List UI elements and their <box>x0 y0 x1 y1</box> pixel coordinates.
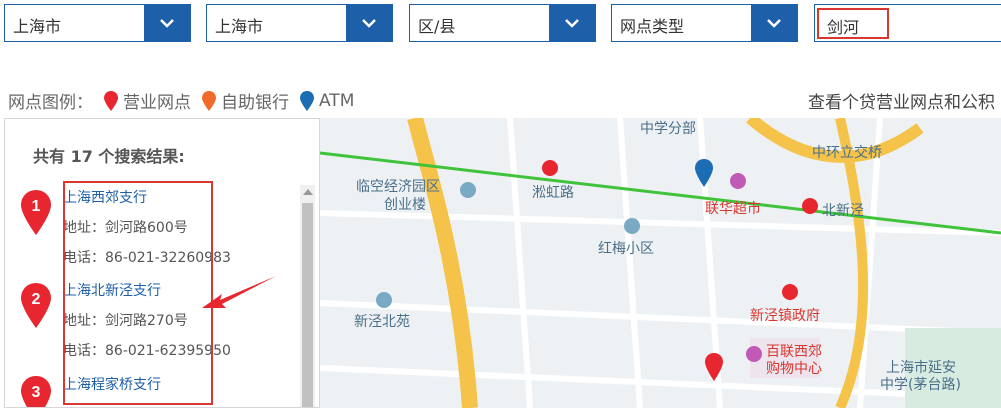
district-value: 区/县 <box>418 17 456 36</box>
type-dropdown-button[interactable] <box>751 5 797 41</box>
map-label-hongmei: 红梅小区 <box>598 241 654 257</box>
legend-item-atm: ATM <box>299 90 354 112</box>
map-label-market: 联华超市 <box>705 201 761 217</box>
result-list-panel: 共有 17 个搜索结果: 1 2 3 上海西郊支行 地址：剑河路600号 电话：… <box>4 118 320 408</box>
scrollbar[interactable] <box>300 185 315 407</box>
province-dropdown-button[interactable] <box>144 5 190 41</box>
city-select[interactable]: 上海市 <box>206 4 393 42</box>
legend-item-self-service: 自助银行 <box>201 88 289 113</box>
result-pin-1-number: 1 <box>32 198 41 215</box>
shopping-icon <box>746 346 762 362</box>
map-pin-icon <box>202 90 216 111</box>
poi-icon <box>376 292 392 308</box>
legend-label-self-service: 自助银行 <box>221 93 289 113</box>
keyword-value: 剑河 <box>827 18 860 37</box>
map-label-yanan2: 中学(茅台路) <box>880 377 961 393</box>
legend-label: 网点图例： <box>8 93 93 113</box>
map-label-chuangye: 创业楼 <box>384 197 426 213</box>
government-icon <box>782 284 798 300</box>
chevron-down-icon <box>767 19 781 28</box>
city-value: 上海市 <box>215 17 264 36</box>
atm-marker-icon[interactable] <box>694 158 714 188</box>
branch-marker-icon[interactable] <box>704 352 724 382</box>
province-select[interactable]: 上海市 <box>4 4 191 42</box>
map-pin-icon <box>104 90 118 111</box>
type-select[interactable]: 网点类型 <box>611 4 798 42</box>
scroll-up-icon[interactable] <box>303 189 313 195</box>
result-count: 共有 17 个搜索结果: <box>33 147 185 166</box>
city-dropdown-button[interactable] <box>346 5 392 41</box>
legend: 网点图例： 营业网点 自助银行 ATM <box>8 88 354 113</box>
map-label-bridge: 中环立交桥 <box>812 145 882 161</box>
result-pin-3-number: 3 <box>32 384 41 401</box>
chevron-down-icon <box>362 19 376 28</box>
map-label-mall2: 购物中心 <box>766 361 822 377</box>
map-label-gov: 新泾镇政府 <box>750 308 820 324</box>
map-label-school: 中学分部 <box>640 121 696 137</box>
metro-station-icon <box>542 160 558 176</box>
district-dropdown-button[interactable] <box>549 5 595 41</box>
legend-item-branch: 营业网点 <box>103 88 191 113</box>
result-pin-1-icon: 1 <box>21 190 51 235</box>
poi-icon <box>460 182 476 198</box>
result-pin-3-icon: 3 <box>21 376 51 407</box>
province-value: 上海市 <box>13 17 62 36</box>
result-pin-2-number: 2 <box>32 291 41 308</box>
legend-label-atm: ATM <box>319 90 355 111</box>
shopping-icon <box>730 173 746 189</box>
metro-station-icon <box>802 198 818 214</box>
chevron-down-icon <box>160 19 174 28</box>
keyword-input[interactable]: 剑河 <box>814 4 1001 42</box>
annotation-arrow-icon <box>202 276 276 308</box>
chevron-down-icon <box>565 19 579 28</box>
map-pin-icon <box>300 90 314 111</box>
map-label-station1: 淞虹路 <box>532 185 574 201</box>
map-label-beiyuan: 新泾北苑 <box>354 314 410 330</box>
legend-label-branch: 营业网点 <box>123 93 191 113</box>
result-pin-2-icon: 2 <box>21 283 51 328</box>
scrollbar-thumb[interactable] <box>302 203 313 407</box>
map-label-lingkong: 临空经济园区 <box>356 179 440 195</box>
loan-branch-link[interactable]: 查看个贷营业网点和公积 <box>808 88 995 113</box>
map-view[interactable]: 中学分部 中环立交桥 临空经济园区 创业楼 淞虹路 联华超市 北新泾 红梅小区 … <box>320 118 1001 408</box>
poi-icon <box>624 218 640 234</box>
annotation-box <box>63 181 213 405</box>
district-select[interactable]: 区/县 <box>409 4 596 42</box>
type-value: 网点类型 <box>620 17 685 36</box>
map-label-station2: 北新泾 <box>822 203 864 219</box>
